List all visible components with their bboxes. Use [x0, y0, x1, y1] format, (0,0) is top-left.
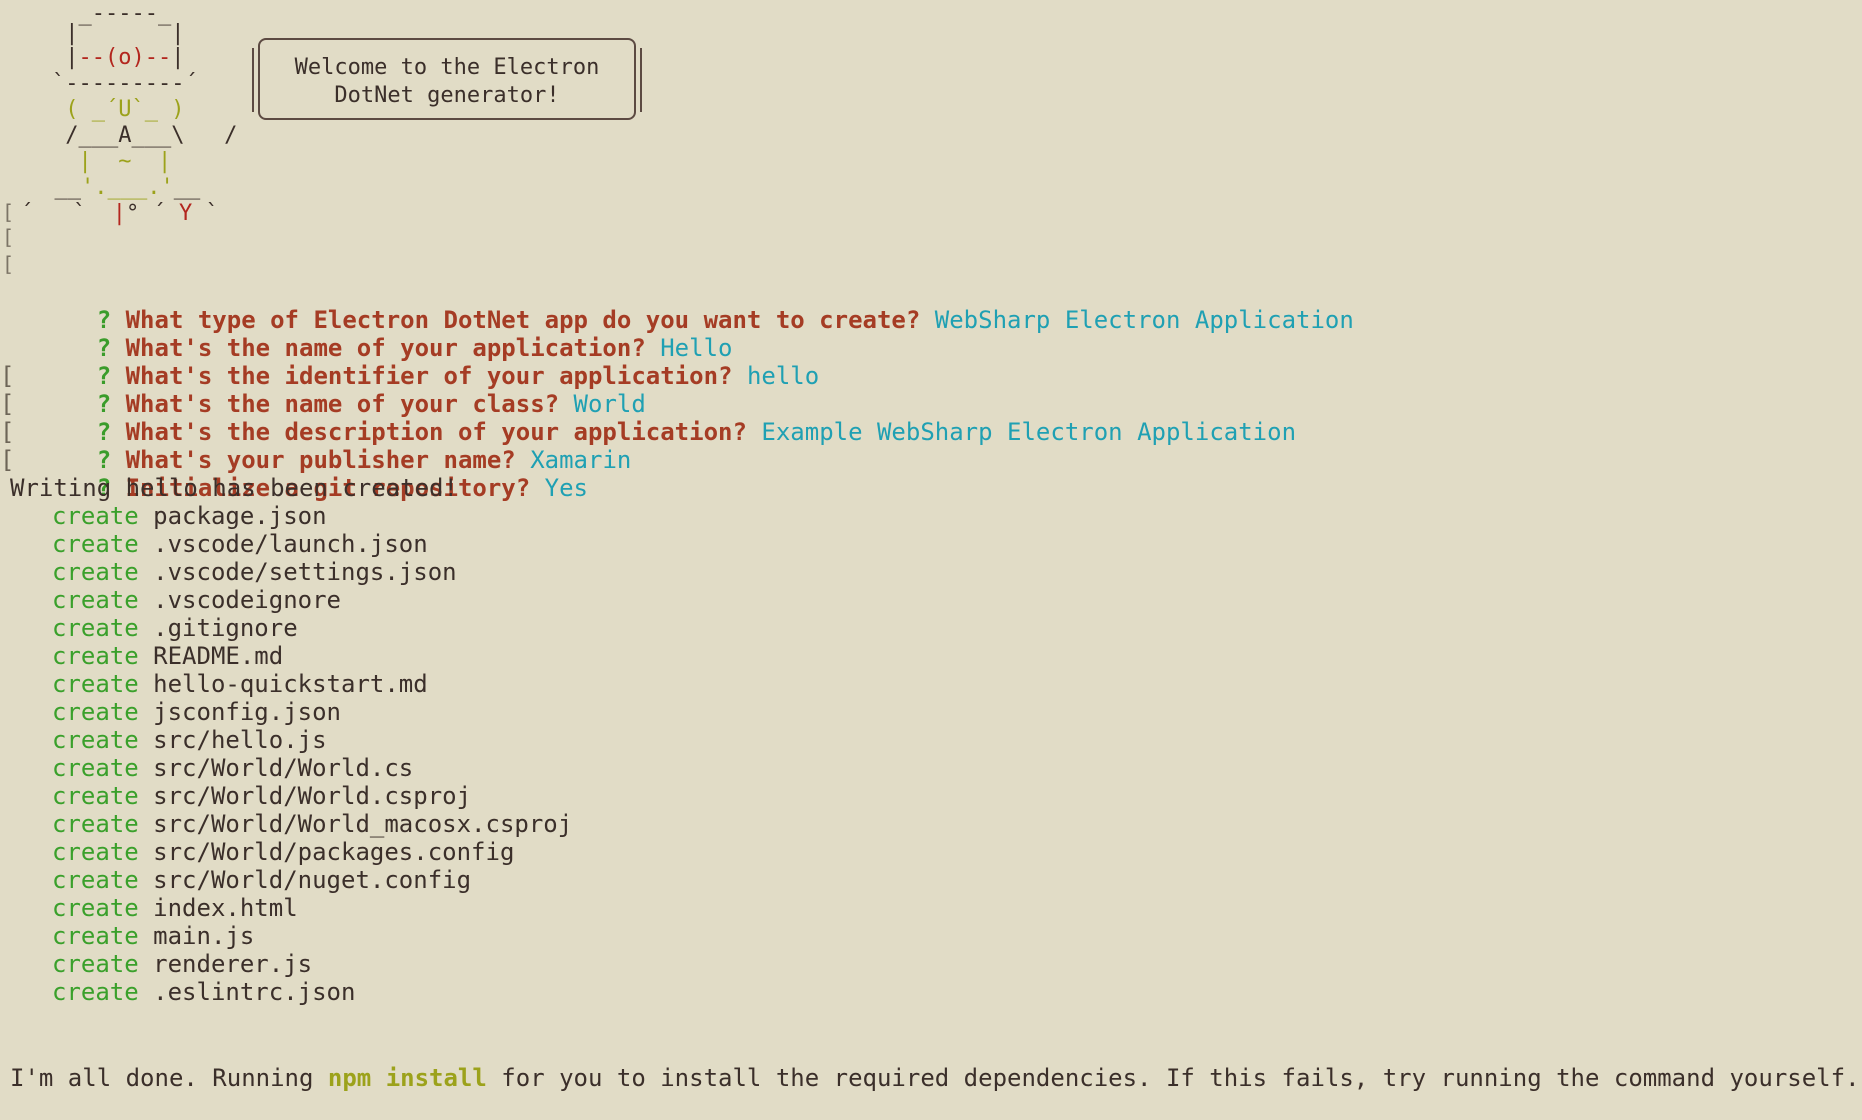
terminal-window[interactable]: _-----_ | | |--(o)--| `---------´ ( _´U`… [0, 0, 1862, 1120]
created-file: renderer.js [153, 950, 313, 978]
footer-text-before: I'm all done. Running [10, 1064, 328, 1092]
created-file: src/World/World.cs [153, 754, 414, 782]
prompt-line: ? What type of Electron DotNet app do yo… [0, 278, 1862, 334]
create-label: create [52, 698, 139, 726]
prompt-line: [? What's your publisher name? Xamarin [0, 418, 1862, 474]
create-line: create renderer.js [0, 950, 1862, 978]
prompt-line: [? What's the name of your class? World [0, 362, 1862, 418]
created-file: hello-quickstart.md [153, 670, 428, 698]
create-label: create [52, 586, 139, 614]
created-file: jsconfig.json [153, 698, 341, 726]
welcome-line-2: DotNet generator! [334, 83, 560, 108]
create-label: create [52, 978, 139, 1006]
create-line: create src/World/packages.config [0, 838, 1862, 866]
created-file: src/hello.js [153, 726, 327, 754]
completion-message: I'm all done. Running npm install for yo… [10, 1063, 1860, 1093]
prompt-line: ? What's the name of your application? H… [0, 306, 1862, 362]
prompt-line: [? What's the description of your applic… [0, 390, 1862, 446]
create-label: create [52, 726, 139, 754]
create-label: create [52, 950, 139, 978]
create-label: create [52, 670, 139, 698]
prompt-line: [? What's the identifier of your applica… [0, 334, 1862, 390]
yeoman-ascii-art: _-----_ | | |--(o)--| `---------´ ( _´U`… [0, 0, 680, 280]
prompt-line: ? Initialize a git repository? Yes [0, 446, 1862, 502]
create-line: create .vscode/launch.json [0, 530, 1862, 558]
created-file: README.md [153, 642, 284, 670]
created-file: src/World/World_macosx.csproj [153, 810, 573, 838]
create-line: create src/World/World.cs [0, 754, 1862, 782]
create-label: create [52, 502, 139, 530]
create-line: create .vscode/settings.json [0, 558, 1862, 586]
create-line: create .vscodeignore [0, 586, 1862, 614]
footer-text-after: for you to install the required dependen… [486, 1064, 1860, 1092]
create-label: create [52, 558, 139, 586]
create-label: create [52, 614, 139, 642]
create-label: create [52, 642, 139, 670]
create-label: create [52, 922, 139, 950]
create-line: create .eslintrc.json [0, 978, 1862, 1006]
created-file: package.json [153, 502, 327, 530]
create-line: create package.json [0, 502, 1862, 530]
welcome-line-1: Welcome to the Electron [294, 55, 600, 80]
create-line: create main.js [0, 922, 1862, 950]
created-file: .vscode/settings.json [153, 558, 457, 586]
create-line: create .gitignore [0, 614, 1862, 642]
created-file: .vscodeignore [153, 586, 341, 614]
create-label: create [52, 782, 139, 810]
created-file: .gitignore [153, 614, 298, 642]
create-label: create [52, 894, 139, 922]
npm-install-command: npm install [327, 1064, 487, 1092]
create-line: create README.md [0, 642, 1862, 670]
create-line: create index.html [0, 894, 1862, 922]
created-file: index.html [153, 894, 298, 922]
created-file: .vscode/launch.json [153, 530, 428, 558]
create-line: create src/World/World_macosx.csproj [0, 810, 1862, 838]
welcome-speech-box: Welcome to the Electron DotNet generator… [252, 38, 642, 120]
terminal-output: ? What type of Electron DotNet app do yo… [0, 278, 1862, 1006]
create-line: create hello-quickstart.md [0, 670, 1862, 698]
create-label: create [52, 838, 139, 866]
create-line: create src/World/nuget.config [0, 866, 1862, 894]
create-label: create [52, 754, 139, 782]
created-file: .eslintrc.json [153, 978, 356, 1006]
create-line: create src/hello.js [0, 726, 1862, 754]
create-label: create [52, 530, 139, 558]
create-line: create src/World/World.csproj [0, 782, 1862, 810]
created-file: src/World/nuget.config [153, 866, 472, 894]
created-file: main.js [153, 922, 255, 950]
create-label: create [52, 866, 139, 894]
created-file: src/World/packages.config [153, 838, 515, 866]
create-label: create [52, 810, 139, 838]
created-file: src/World/World.csproj [153, 782, 472, 810]
writing-status-line: Writing hello has been created! [10, 474, 458, 502]
create-line: create jsconfig.json [0, 698, 1862, 726]
